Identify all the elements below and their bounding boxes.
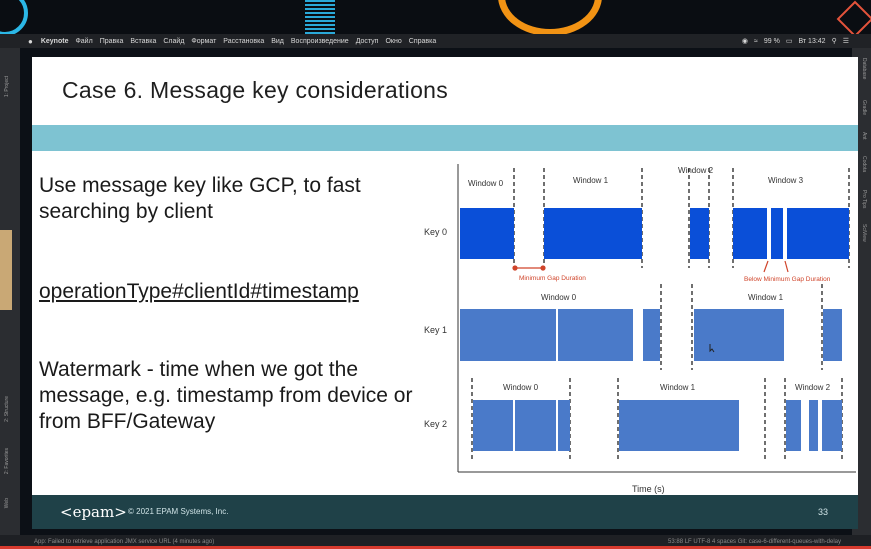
desktop-background xyxy=(0,0,871,38)
gap-annotations xyxy=(512,260,789,273)
row-label-key1: Key 1 xyxy=(424,325,447,335)
apple-icon[interactable]: ● xyxy=(28,37,33,46)
min-gap-marker xyxy=(512,265,518,271)
tab-pro-tips[interactable]: Pro Tips xyxy=(857,190,867,208)
annotation-below-min-gap: Below Minimum Gap Duration xyxy=(744,276,831,283)
below-gap-arrow xyxy=(763,260,769,273)
min-gap-marker xyxy=(540,265,546,271)
tab-database[interactable]: Database xyxy=(857,58,867,79)
window-label: Window 1 xyxy=(660,383,696,392)
battery-icon[interactable]: ▭ xyxy=(786,37,793,45)
menu-item-share[interactable]: Доступ xyxy=(356,38,379,45)
decorative-ring xyxy=(0,0,28,36)
clock[interactable]: Вт 13:42 xyxy=(798,38,825,45)
window-label: Window 2 xyxy=(795,383,831,392)
menu-item-insert[interactable]: Вставка xyxy=(130,38,156,45)
key2-bars xyxy=(473,400,842,451)
copyright: © 2021 EPAM Systems, Inc. xyxy=(128,507,229,516)
menu-item-app[interactable]: Keynote xyxy=(41,38,69,45)
window-label: Window 0 xyxy=(468,179,504,188)
menu-item-edit[interactable]: Правка xyxy=(100,38,124,45)
decorative-diamond xyxy=(836,0,871,38)
key2-bar xyxy=(786,400,801,451)
epam-logo: <epam> xyxy=(60,503,127,521)
key1-bars xyxy=(460,309,842,361)
key2-bar xyxy=(822,400,842,451)
menu-icon[interactable]: ☰ xyxy=(843,37,849,45)
slide-footer: <epam> © 2021 EPAM Systems, Inc. 33 xyxy=(32,495,858,529)
row-label-key2: Key 2 xyxy=(424,419,447,429)
tab-favorites[interactable]: 2: Favorites xyxy=(4,448,14,474)
decorative-stripes xyxy=(305,0,335,34)
menu-item-window[interactable]: Окно xyxy=(385,38,401,45)
key1-bar xyxy=(558,309,633,361)
tab-ant[interactable]: Ant xyxy=(857,132,867,140)
key0-bar xyxy=(690,208,709,259)
presentation-slide: Case 6. Message key considerations Use m… xyxy=(32,57,858,529)
key2-bar xyxy=(558,400,570,451)
key1-bar xyxy=(643,309,660,361)
key0-bars xyxy=(460,208,849,259)
bullet-watermark: Watermark - time when we got the message… xyxy=(39,358,413,433)
key0-bar xyxy=(787,208,849,259)
tab-gradle[interactable]: Gradle xyxy=(857,100,867,115)
key0-bar xyxy=(771,208,783,259)
slide-title: Case 6. Message key considerations xyxy=(62,77,449,103)
window-label: Window 2 xyxy=(678,166,714,175)
session-window-diagram: Key 0 Window 0 Window 1 Window 2 Window … xyxy=(424,164,856,494)
tab-codota[interactable]: Codota xyxy=(857,156,867,172)
key2-bar xyxy=(515,400,556,451)
window-label: Window 3 xyxy=(768,176,804,185)
menu-bar: ● Keynote Файл Правка Вставка Слайд Форм… xyxy=(0,34,871,48)
below-gap-arrow xyxy=(784,260,789,273)
tab-project[interactable]: 1: Project xyxy=(4,76,14,97)
battery-text: 99 % xyxy=(763,37,780,45)
window-label: Window 0 xyxy=(541,293,577,302)
key1-bar xyxy=(694,309,784,361)
tab-web[interactable]: Web xyxy=(4,498,14,508)
tab-sciview[interactable]: SciView xyxy=(857,224,867,242)
camera-icon[interactable]: ◉ xyxy=(742,37,748,45)
menu-item-help[interactable]: Справка xyxy=(409,38,436,45)
window-label: Window 0 xyxy=(503,383,539,392)
wifi-icon[interactable]: ≈ xyxy=(754,38,758,45)
bullet-message-key: Use message key like GCP, to fast search… xyxy=(39,174,361,223)
status-icons: ◉ ≈ 99 % ▭ Вт 13:42 ⚲ ☰ xyxy=(742,34,849,48)
menu-item-slide[interactable]: Слайд xyxy=(163,38,184,45)
menu-item-file[interactable]: Файл xyxy=(75,38,92,45)
key2-bar xyxy=(473,400,513,451)
menu-item-view[interactable]: Вид xyxy=(271,38,284,45)
key0-bar xyxy=(544,208,642,259)
window-label: Window 1 xyxy=(573,176,609,185)
menu-item-format[interactable]: Формат xyxy=(191,38,216,45)
x-axis-label: Time (s) xyxy=(632,484,665,494)
key2-bar xyxy=(809,400,818,451)
status-message[interactable]: App: Failed to retrieve application JMX … xyxy=(34,539,214,545)
search-icon[interactable]: ⚲ xyxy=(832,37,837,45)
row-label-key0: Key 0 xyxy=(424,227,447,237)
window-label: Window 1 xyxy=(748,293,784,302)
menu-item-arrange[interactable]: Расстановка xyxy=(223,38,264,45)
tab-structure[interactable]: 2: Structure xyxy=(4,396,14,422)
key1-bar xyxy=(823,309,842,361)
side-accent xyxy=(0,230,12,310)
key1-bar xyxy=(460,309,556,361)
annotation-min-gap: Minimum Gap Duration xyxy=(519,275,586,282)
key2-bar xyxy=(619,400,739,451)
menu-item-play[interactable]: Воспроизведение xyxy=(291,38,349,45)
key0-bar xyxy=(733,208,767,259)
page-number: 33 xyxy=(817,507,828,517)
key-format: operationType#clientId#timestamp xyxy=(39,280,359,303)
decorative-arc xyxy=(498,0,602,36)
title-band xyxy=(32,125,858,151)
key0-bar xyxy=(460,208,514,259)
